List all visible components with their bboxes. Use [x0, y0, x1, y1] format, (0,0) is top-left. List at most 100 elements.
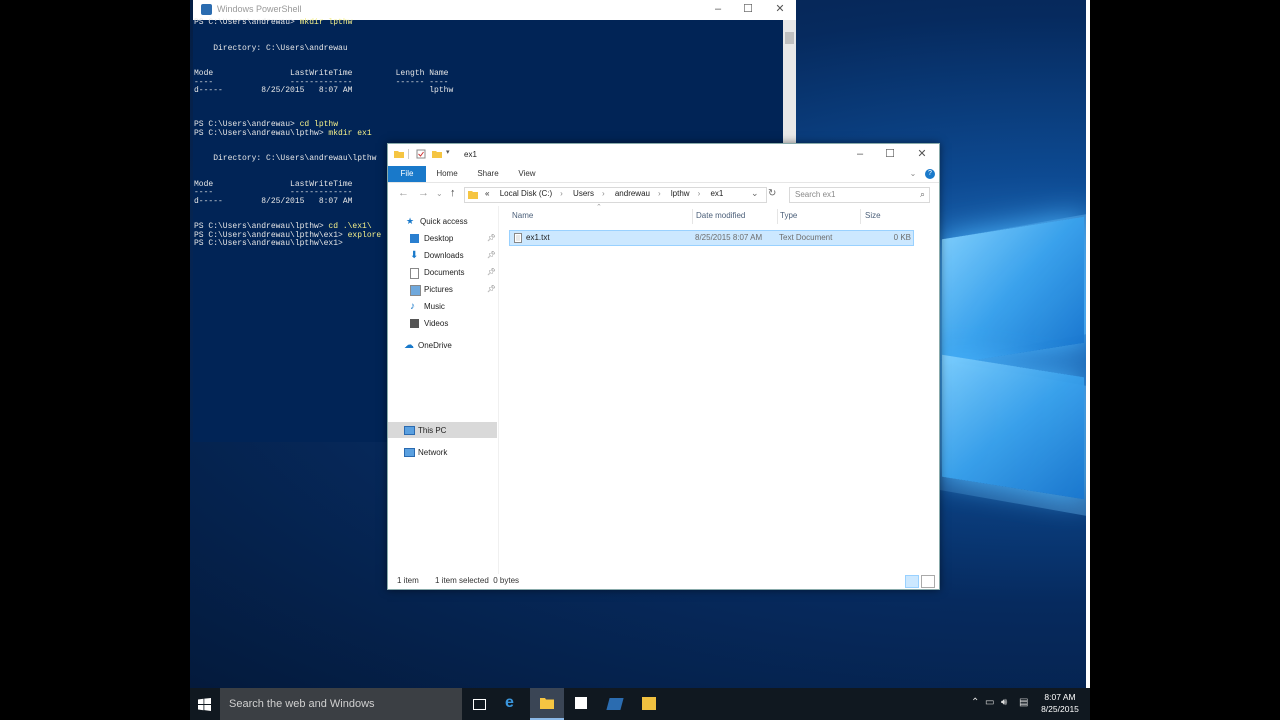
file-size: 0 KB — [893, 233, 911, 242]
console-scroll-thumb[interactable] — [785, 32, 794, 44]
nav-item-onedrive[interactable]: ☁ OneDrive — [404, 338, 496, 353]
tab-share[interactable]: Share — [472, 166, 504, 182]
column-header-size[interactable]: Size — [865, 211, 881, 220]
address-bar-row: ← → ⌄ ↑ « Local Disk (C:) › Users › andrew… — [388, 182, 939, 206]
powershell-titlebar[interactable]: Windows PowerShell – ☐ ✕ — [193, 0, 796, 20]
taskbar-clock[interactable]: 8:07 AM 8/25/2015 — [1036, 691, 1084, 715]
address-bar[interactable]: « Local Disk (C:) › Users › andrewau › lpth… — [464, 187, 767, 203]
column-separator[interactable] — [777, 209, 778, 224]
taskbar-search-box[interactable]: Search the web and Windows — [220, 688, 462, 720]
sort-indicator-icon: ⌃ — [596, 204, 602, 211]
task-view-icon — [473, 699, 486, 710]
folder-icon — [468, 191, 478, 199]
console-line: Directory: C:\Users\andrewau — [194, 43, 348, 53]
column-header-date-modified[interactable]: Date modified — [696, 211, 745, 220]
close-button[interactable]: ✕ — [764, 0, 796, 20]
status-item-count: 1 item — [397, 576, 419, 585]
pictures-icon — [410, 285, 421, 296]
breadcrumb-ex1[interactable]: ex1 — [710, 189, 723, 198]
nav-item-documents[interactable]: Documents — [410, 265, 496, 280]
documents-icon — [410, 268, 419, 279]
powershell-title: Windows PowerShell — [217, 4, 302, 14]
show-hidden-icons-chevron-icon[interactable]: ⌃ — [971, 697, 979, 708]
maximize-button[interactable]: ☐ — [874, 145, 906, 165]
minimize-button[interactable]: – — [844, 145, 876, 165]
expand-ribbon-icon[interactable]: ⌄ — [908, 166, 918, 182]
nav-item-pictures[interactable]: Pictures — [410, 282, 496, 297]
search-icon[interactable]: ⌕ — [920, 189, 925, 200]
maximize-button[interactable]: ☐ — [732, 0, 764, 20]
task-view-button[interactable] — [462, 688, 496, 720]
network-tray-icon[interactable]: ▭ — [985, 697, 994, 708]
taskbar-search-placeholder: Search the web and Windows — [229, 698, 375, 710]
column-header-name[interactable]: Name — [512, 211, 533, 220]
pin-icon[interactable]: 📌︎ — [487, 268, 496, 276]
file-explorer-taskbar-button[interactable] — [530, 688, 564, 720]
volume-icon[interactable]: 🔊︎ — [1001, 697, 1007, 708]
file-name: ex1.txt — [526, 233, 550, 242]
nav-item-videos[interactable]: Videos — [410, 316, 496, 331]
search-input[interactable]: Search ex1 ⌕ — [789, 187, 930, 203]
address-dropdown-chevron-icon[interactable]: ⌄ — [751, 188, 759, 199]
console-line: d----- 8/25/2015 8:07 AM lpthw — [194, 86, 454, 95]
forward-arrow-icon[interactable]: → — [418, 187, 429, 199]
console-command: explore — [347, 230, 382, 240]
nav-item-this-pc[interactable]: This PC — [404, 423, 496, 438]
pin-icon[interactable]: 📌︎ — [487, 251, 496, 259]
column-separator[interactable] — [860, 209, 861, 224]
refresh-icon[interactable]: ↻ — [768, 188, 776, 199]
star-icon: ★ — [406, 216, 415, 226]
nav-item-network[interactable]: Network — [404, 445, 496, 460]
breadcrumb-andrewau[interactable]: andrewau — [615, 189, 650, 198]
action-center-icon[interactable]: ▤ — [1019, 697, 1028, 708]
breadcrumb-overflow[interactable]: « — [485, 189, 489, 198]
file-explorer-window[interactable]: ▾ ex1 – ☐ ✕ File Home Share View ⌄ ? ← →… — [387, 143, 940, 590]
breadcrumb-lpthw[interactable]: lpthw — [671, 189, 690, 198]
app-taskbar-button[interactable] — [632, 688, 666, 720]
file-row[interactable]: ex1.txt 8/25/2015 8:07 AM Text Document … — [509, 230, 914, 246]
breadcrumb-local-disk[interactable]: Local Disk (C:) — [500, 189, 552, 198]
nav-item-music[interactable]: ♪ Music — [410, 299, 496, 314]
new-folder-icon[interactable] — [432, 149, 442, 159]
screen-edge — [1086, 0, 1090, 688]
help-icon[interactable]: ? — [925, 169, 935, 179]
column-separator[interactable] — [692, 209, 693, 224]
nav-item-desktop[interactable]: Desktop — [410, 231, 496, 246]
computer-icon — [404, 426, 415, 435]
large-icons-view-button[interactable] — [921, 575, 935, 588]
explorer-titlebar[interactable]: ▾ ex1 – ☐ ✕ — [388, 144, 939, 166]
nav-item-downloads[interactable]: ⬇ Downloads — [410, 248, 496, 263]
column-header-type[interactable]: Type — [780, 211, 797, 220]
taskbar: Search the web and Windows e ⌃ ▭ 🔊︎ ▤ 8:… — [190, 688, 1090, 720]
nav-item-quick-access[interactable]: ★ Quick access — [406, 214, 496, 229]
edge-taskbar-button[interactable]: e — [496, 688, 530, 720]
pin-icon[interactable]: 📌︎ — [487, 234, 496, 242]
back-arrow-icon[interactable]: ← — [398, 187, 409, 199]
navigation-pane: ★ Quick access Desktop ⬇ Downloads Docum… — [388, 206, 499, 574]
clock-time: 8:07 AM — [1044, 692, 1076, 702]
minimize-button[interactable]: – — [702, 0, 734, 20]
start-button[interactable] — [190, 688, 220, 720]
store-taskbar-button[interactable] — [564, 688, 598, 720]
breadcrumb-users[interactable]: Users — [573, 189, 594, 198]
edge-icon: e — [505, 694, 514, 711]
status-selection: 1 item selected 0 bytes — [435, 576, 520, 585]
powershell-icon — [606, 698, 624, 710]
properties-icon[interactable] — [416, 149, 426, 159]
status-bar: 1 item 1 item selected 0 bytes — [388, 574, 939, 589]
console-command: mkdir lpthw — [299, 18, 353, 27]
tab-home[interactable]: Home — [430, 166, 464, 182]
recent-locations-chevron-icon[interactable]: ⌄ — [436, 189, 443, 198]
tab-file[interactable]: File — [388, 166, 426, 182]
console-line: PS C:\Users\andrewau> mkdir lpthw — [194, 18, 779, 28]
tab-view[interactable]: View — [512, 166, 542, 182]
up-arrow-icon[interactable]: ↑ — [450, 187, 456, 199]
powershell-taskbar-button[interactable] — [598, 688, 632, 720]
close-button[interactable]: ✕ — [906, 145, 938, 165]
customize-toolbar-icon[interactable]: ▾ — [446, 148, 456, 158]
pin-icon[interactable]: 📌︎ — [487, 285, 496, 293]
details-view-button[interactable] — [905, 575, 919, 588]
